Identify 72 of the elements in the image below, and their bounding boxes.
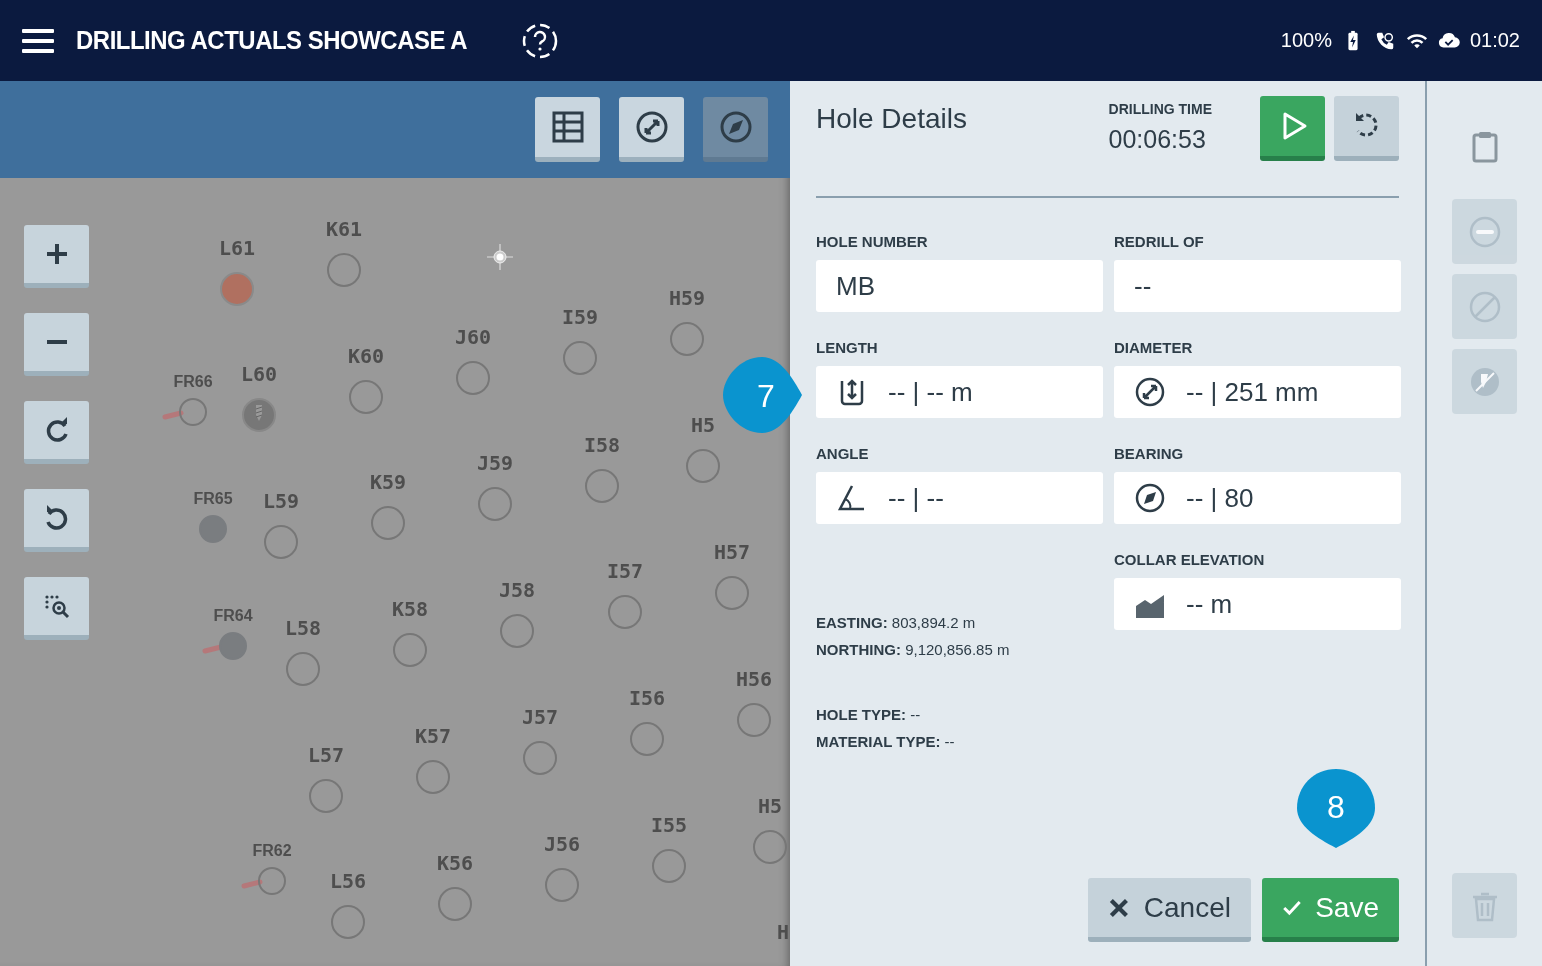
map-control-button[interactable] (24, 225, 89, 288)
field-label: ANGLE (816, 446, 870, 464)
compass-icon (1134, 482, 1166, 514)
input-field[interactable]: -- (1114, 260, 1401, 312)
hole-label: K60 (347, 346, 385, 366)
hole-label: K61 (325, 219, 363, 239)
hole-label: H57 (713, 542, 751, 562)
hole-label: K56 (436, 853, 474, 873)
diameter-icon (1134, 376, 1166, 408)
hole-label: FR65 (193, 491, 233, 507)
hole-label: H (777, 922, 789, 942)
hole-label: H5 (757, 796, 783, 816)
hole-label: J58 (498, 580, 536, 600)
input-field[interactable]: -- | -- m (816, 366, 1103, 418)
play-button[interactable] (1260, 96, 1325, 161)
input-field[interactable]: -- | 80 (1114, 472, 1401, 524)
input-field[interactable]: -- | 251 mm (1114, 366, 1401, 418)
clock-time: 01:02 (1469, 29, 1520, 52)
map-tool-button[interactable] (535, 97, 600, 162)
type-text: HOLE TYPE: -- (816, 706, 922, 723)
hole-label: L60 (240, 364, 278, 384)
input-field[interactable]: -- m (1114, 578, 1401, 630)
hole-label: H59 (668, 288, 706, 308)
field-label: DIAMETER (1114, 340, 1194, 358)
hole-label: K59 (369, 472, 407, 492)
hole-label: I59 (561, 307, 599, 327)
timer-value: 00:06:53 (1108, 125, 1207, 154)
hole-label: FR62 (252, 843, 292, 859)
input-field[interactable]: MB (816, 260, 1103, 312)
callout-marker: 7 (722, 356, 802, 436)
hole-label: L57 (307, 745, 345, 765)
panel-title: Hole Details (816, 103, 967, 135)
hole-label: FR66 (173, 374, 213, 390)
reset-button[interactable] (1334, 96, 1399, 161)
map-control-button[interactable] (24, 401, 89, 464)
menu-icon[interactable] (22, 26, 54, 55)
callout-marker: 8 (1296, 768, 1376, 848)
hole-label: J59 (476, 453, 514, 473)
hole-label: I58 (583, 435, 621, 455)
hole-label: FR64 (213, 608, 253, 624)
hole-label: J60 (454, 327, 492, 347)
field-label: BEARING (1114, 446, 1185, 464)
type-text: MATERIAL TYPE: -- (816, 733, 956, 750)
field-label: REDRILL OF (1114, 234, 1205, 252)
map-tool-button[interactable] (619, 97, 684, 162)
battery-level: 100% (1280, 29, 1332, 52)
hole-label: L58 (284, 618, 322, 638)
hole-label: L61 (218, 238, 256, 258)
hole-label: L59 (262, 491, 300, 511)
input-field[interactable]: -- | -- (816, 472, 1103, 524)
hole-label: I55 (650, 815, 688, 835)
hole-label: I56 (628, 688, 666, 708)
crosshair-icon (486, 243, 514, 271)
hole-label: K57 (414, 726, 452, 746)
field-label: LENGTH (816, 340, 879, 358)
coordinate-text: EASTING: 803,894.2 m (816, 614, 977, 631)
app-title: DRILLING ACTUALS SHOWCASE A (76, 25, 468, 56)
hole-label: H56 (735, 669, 773, 689)
hole-label: L56 (329, 871, 367, 891)
hole-label: J56 (543, 834, 581, 854)
help-icon[interactable] (521, 21, 560, 60)
hole-label: I57 (606, 561, 644, 581)
coordinate-text: NORTHING: 9,120,856.85 m (816, 641, 1011, 658)
cancel-button[interactable]: Cancel (1088, 878, 1251, 942)
field-label: HOLE NUMBER (816, 234, 929, 252)
hole-label: K58 (391, 599, 429, 619)
timer-label: DRILLING TIME (1108, 101, 1212, 117)
map-control-button[interactable] (24, 489, 89, 552)
hole-label: H5 (690, 415, 716, 435)
map-control-button[interactable] (24, 577, 89, 640)
field-label: COLLAR ELEVATION (1114, 552, 1266, 570)
hole-label: J57 (521, 707, 559, 727)
